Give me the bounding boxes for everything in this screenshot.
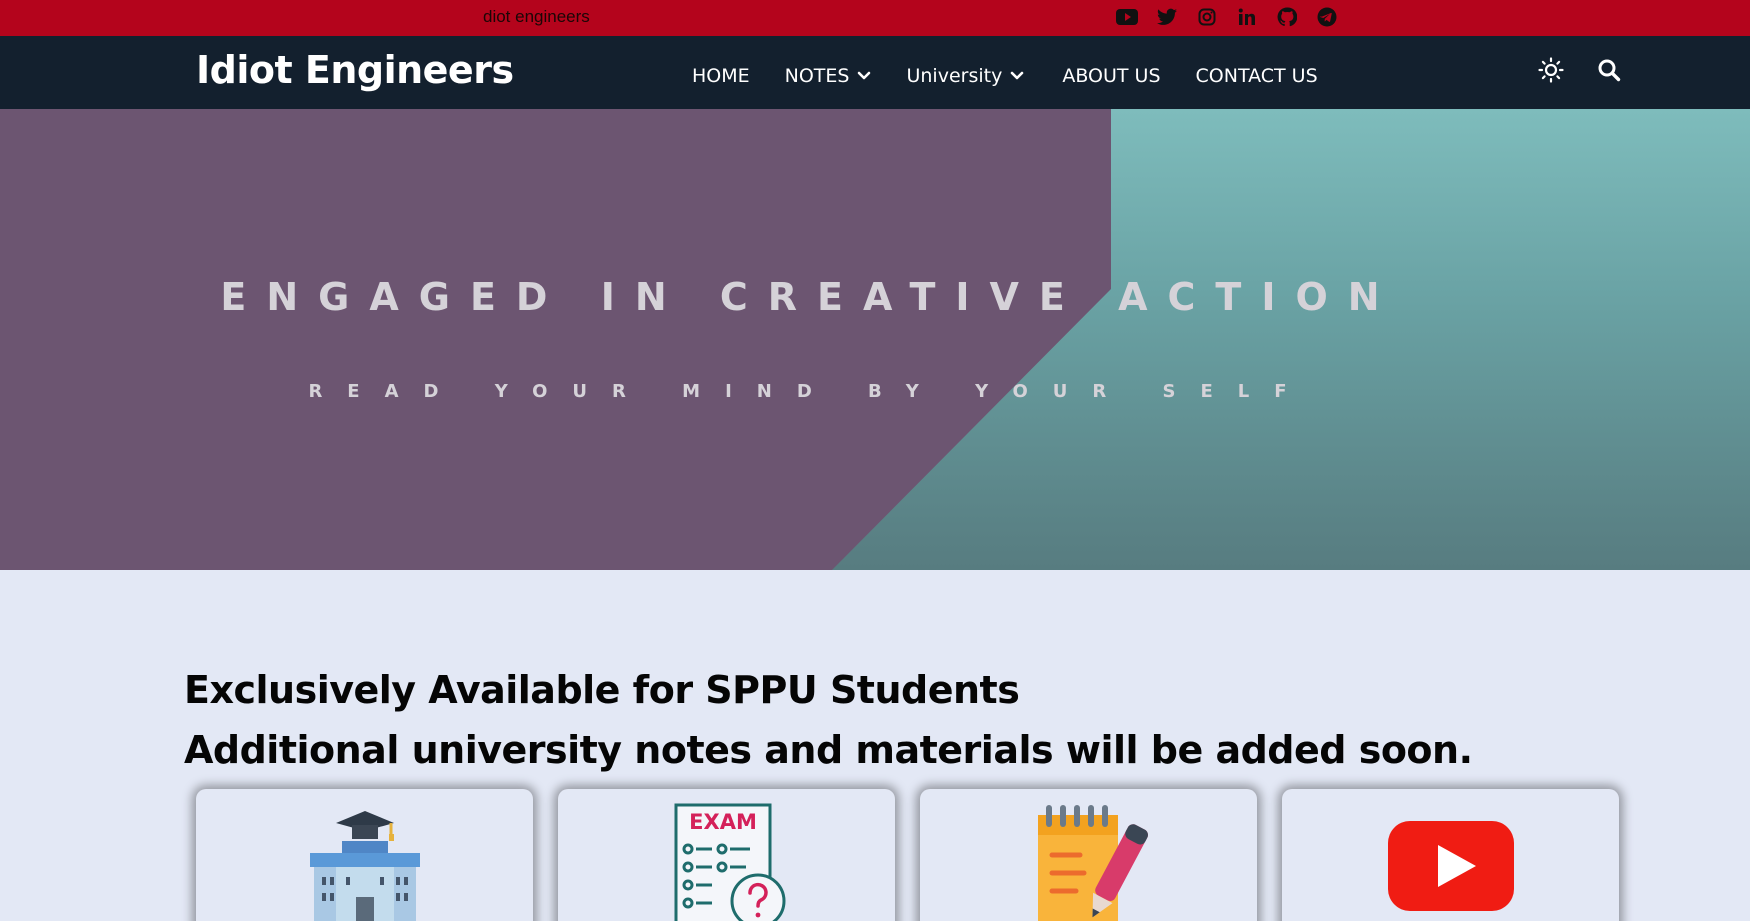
nav-menu: HOME NOTES University ABOUT US CONTACT U…	[692, 65, 1318, 87]
exam-label: EXAM	[689, 810, 757, 834]
nav-item-about-us[interactable]: ABOUT US	[1062, 65, 1160, 87]
headline: Exclusively Available for SPPU Students …	[184, 660, 1473, 780]
top-bar: diot engineers	[0, 0, 1750, 36]
hero-teal-panel	[832, 109, 1750, 570]
exam-paper-icon: EXAM	[674, 803, 785, 921]
nav-tools	[1536, 55, 1624, 85]
hero-subtitle: READ YOUR MIND BY YOUR SELF	[308, 381, 1312, 402]
card-notes[interactable]	[920, 789, 1257, 921]
nav-item-contact-us[interactable]: CONTACT US	[1196, 65, 1318, 87]
telegram-icon[interactable]	[1315, 5, 1339, 29]
youtube-icon[interactable]	[1115, 5, 1139, 29]
linkedin-icon[interactable]	[1235, 5, 1259, 29]
card-row: EXAM	[196, 789, 1619, 921]
twitter-icon[interactable]	[1155, 5, 1179, 29]
main-navbar: Idiot Engineers HOME NOTES University AB…	[0, 36, 1750, 109]
chevron-down-icon	[1011, 71, 1024, 80]
hero-banner: ENGAGED IN CREATIVE ACTION READ YOUR MIN…	[0, 109, 1750, 570]
card-exam[interactable]: EXAM	[558, 789, 895, 921]
social-links	[1115, 5, 1339, 29]
nav-item-home[interactable]: HOME	[692, 65, 750, 87]
nav-item-university[interactable]: University	[906, 65, 1024, 87]
headline-line-2: Additional university notes and material…	[184, 728, 1473, 772]
nav-item-label: CONTACT US	[1195, 65, 1318, 87]
site-logo[interactable]: Idiot Engineers	[196, 48, 514, 92]
nav-item-label: NOTES	[784, 65, 850, 87]
university-building-icon	[309, 811, 420, 921]
card-university[interactable]	[196, 789, 533, 921]
github-icon[interactable]	[1275, 5, 1299, 29]
theme-toggle-icon[interactable]	[1536, 55, 1566, 85]
notepad-pen-icon	[1037, 805, 1148, 921]
hero-title: ENGAGED IN CREATIVE ACTION	[220, 275, 1400, 319]
nav-item-notes[interactable]: NOTES	[785, 65, 872, 87]
nav-item-label: ABOUT US	[1062, 65, 1161, 87]
search-icon[interactable]	[1594, 55, 1624, 85]
instagram-icon[interactable]	[1195, 5, 1219, 29]
nav-item-label: University	[906, 65, 1003, 87]
card-youtube[interactable]	[1282, 789, 1619, 921]
youtube-play-icon	[1387, 821, 1514, 911]
headline-line-1: Exclusively Available for SPPU Students	[184, 668, 1020, 712]
chevron-down-icon	[858, 71, 871, 80]
nav-item-label: HOME	[692, 65, 750, 87]
ticker-text: diot engineers	[483, 7, 590, 26]
